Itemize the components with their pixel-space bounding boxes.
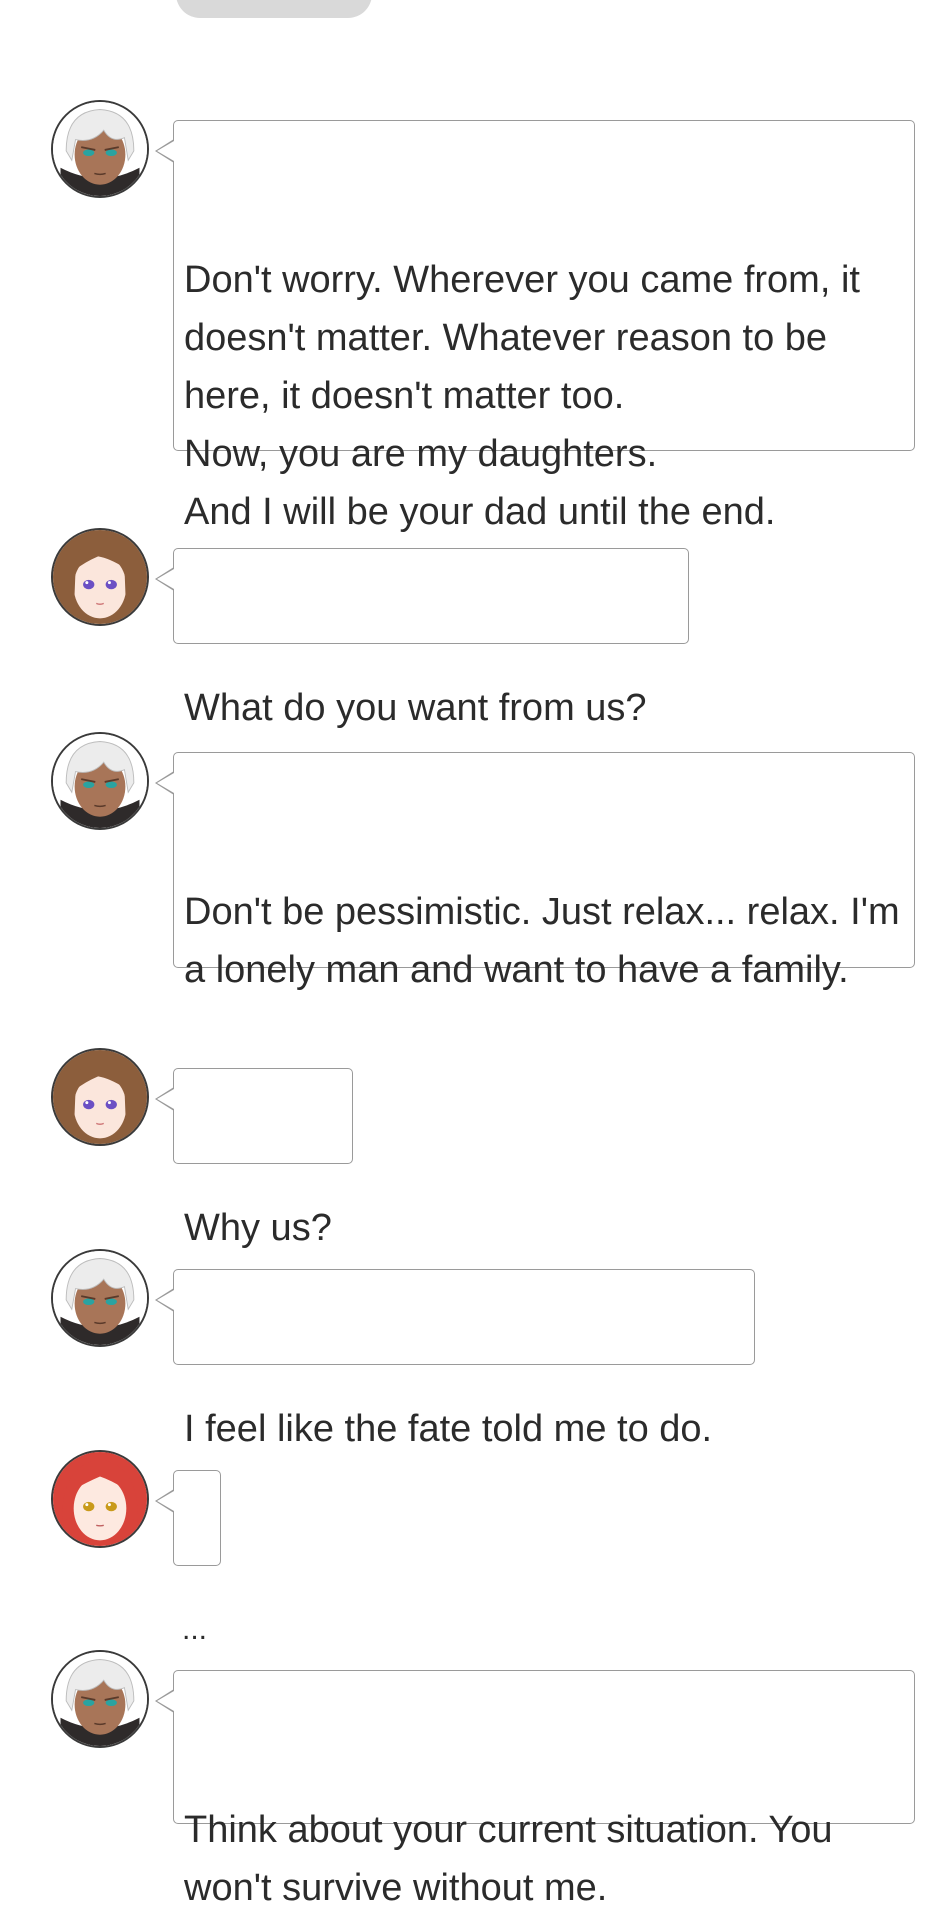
message-bubble: Don't be pessimistic. Just relax... rela… [155, 752, 915, 991]
message-text: Don't be pessimistic. Just relax... rela… [184, 891, 900, 991]
bubble-tail [155, 1288, 174, 1312]
message-bubble: What do you want from us? [155, 548, 689, 729]
message-text: ... [182, 1613, 208, 1646]
bubble-tail [155, 1489, 174, 1513]
message-bubble-partial [176, 0, 372, 18]
brown-haired-girl-avatar[interactable] [51, 1048, 149, 1146]
message-bubble: Why us? [155, 1068, 353, 1249]
white-haired-man-avatar[interactable] [51, 100, 149, 198]
bubble-tail [155, 1087, 174, 1111]
red-haired-girl-avatar[interactable] [51, 1450, 149, 1548]
bubble-tail [155, 1689, 174, 1713]
bubble-tail [155, 139, 174, 163]
brown-haired-girl-avatar[interactable] [51, 528, 149, 626]
message-text: Think about your current situation. You … [184, 1809, 833, 1909]
message-bubble: Don't worry. Wherever you came from, it … [155, 120, 915, 533]
message-bubble: I feel like the fate told me to do. [155, 1269, 755, 1450]
message-text: Don't worry. Wherever you came from, it … [184, 259, 860, 533]
bubble-tail [155, 771, 174, 795]
white-haired-man-avatar[interactable] [51, 732, 149, 830]
white-haired-man-avatar[interactable] [51, 1650, 149, 1748]
white-haired-man-avatar[interactable] [51, 1249, 149, 1347]
message-text: I feel like the fate told me to do. [184, 1408, 713, 1450]
message-text: Why us? [184, 1207, 332, 1249]
bubble-tail [155, 567, 174, 591]
message-text: What do you want from us? [184, 687, 647, 729]
message-bubble: Think about your current situation. You … [155, 1670, 915, 1909]
message-bubble: ... [155, 1470, 221, 1646]
